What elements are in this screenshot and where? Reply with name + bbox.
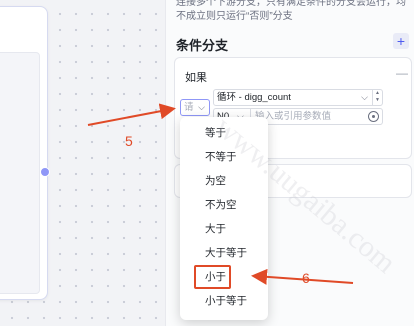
menu-item-label: 不为空 [205, 199, 237, 211]
annotation-step5-label: 5 [125, 133, 133, 149]
menu-item-label: 为空 [205, 175, 226, 187]
menu-item-label: 大于 [205, 223, 226, 235]
node-connection-handle[interactable] [40, 167, 50, 177]
menu-item-not-empty[interactable]: 不为空 [180, 193, 268, 217]
add-branch-button[interactable]: + [393, 33, 409, 49]
menu-item-label: 等于 [205, 127, 226, 139]
if-branch-label: 如果 [185, 72, 207, 84]
left-value-text: 循环 - digg_count [217, 92, 291, 103]
menu-item-label: 大于等于 [205, 247, 247, 259]
menu-item-label: 不等于 [205, 151, 237, 163]
settings-icon[interactable] [368, 111, 379, 122]
menu-item-is-empty[interactable]: 为空 [180, 169, 268, 193]
operator-dropdown-menu: 等于 不等于 为空 不为空 大于 大于等于 小于 小于等于 [180, 117, 268, 320]
chevron-down-icon: ⌵ [361, 92, 368, 102]
menu-item-greater-or-equal[interactable]: 大于等于 [180, 241, 268, 265]
menu-item-less-or-equal[interactable]: 小于等于 [180, 289, 268, 313]
menu-item-equals[interactable]: 等于 [180, 121, 268, 145]
minus-icon[interactable]: — [396, 66, 408, 80]
menu-item-less-than[interactable]: 小于 [194, 265, 231, 289]
operator-select[interactable]: 请 ⌵ [180, 99, 210, 116]
menu-item-not-equals[interactable]: 不等于 [180, 145, 268, 169]
workflow-canvas[interactable] [0, 0, 165, 326]
loop-node-body [0, 52, 40, 294]
chevron-down-icon: ⌵ [198, 102, 205, 112]
menu-item-greater-than[interactable]: 大于 [180, 217, 268, 241]
annotation-step6-label: 6 [302, 270, 310, 286]
panel-description: 连接多个下游分支，只有满足条件的分支会运行，均不成立则只运行“否则”分支 [176, 0, 406, 22]
operator-select-value: 请 [184, 102, 194, 113]
menu-item-label: 小于 [205, 271, 226, 283]
section-title: 条件分支 [176, 38, 229, 53]
menu-item-label: 小于等于 [205, 295, 247, 307]
left-value-select[interactable]: 循环 - digg_count ⌵ ▲ ▼ [213, 89, 383, 106]
plus-icon: + [396, 33, 406, 49]
value-stepper[interactable]: ▲ ▼ [372, 90, 382, 105]
